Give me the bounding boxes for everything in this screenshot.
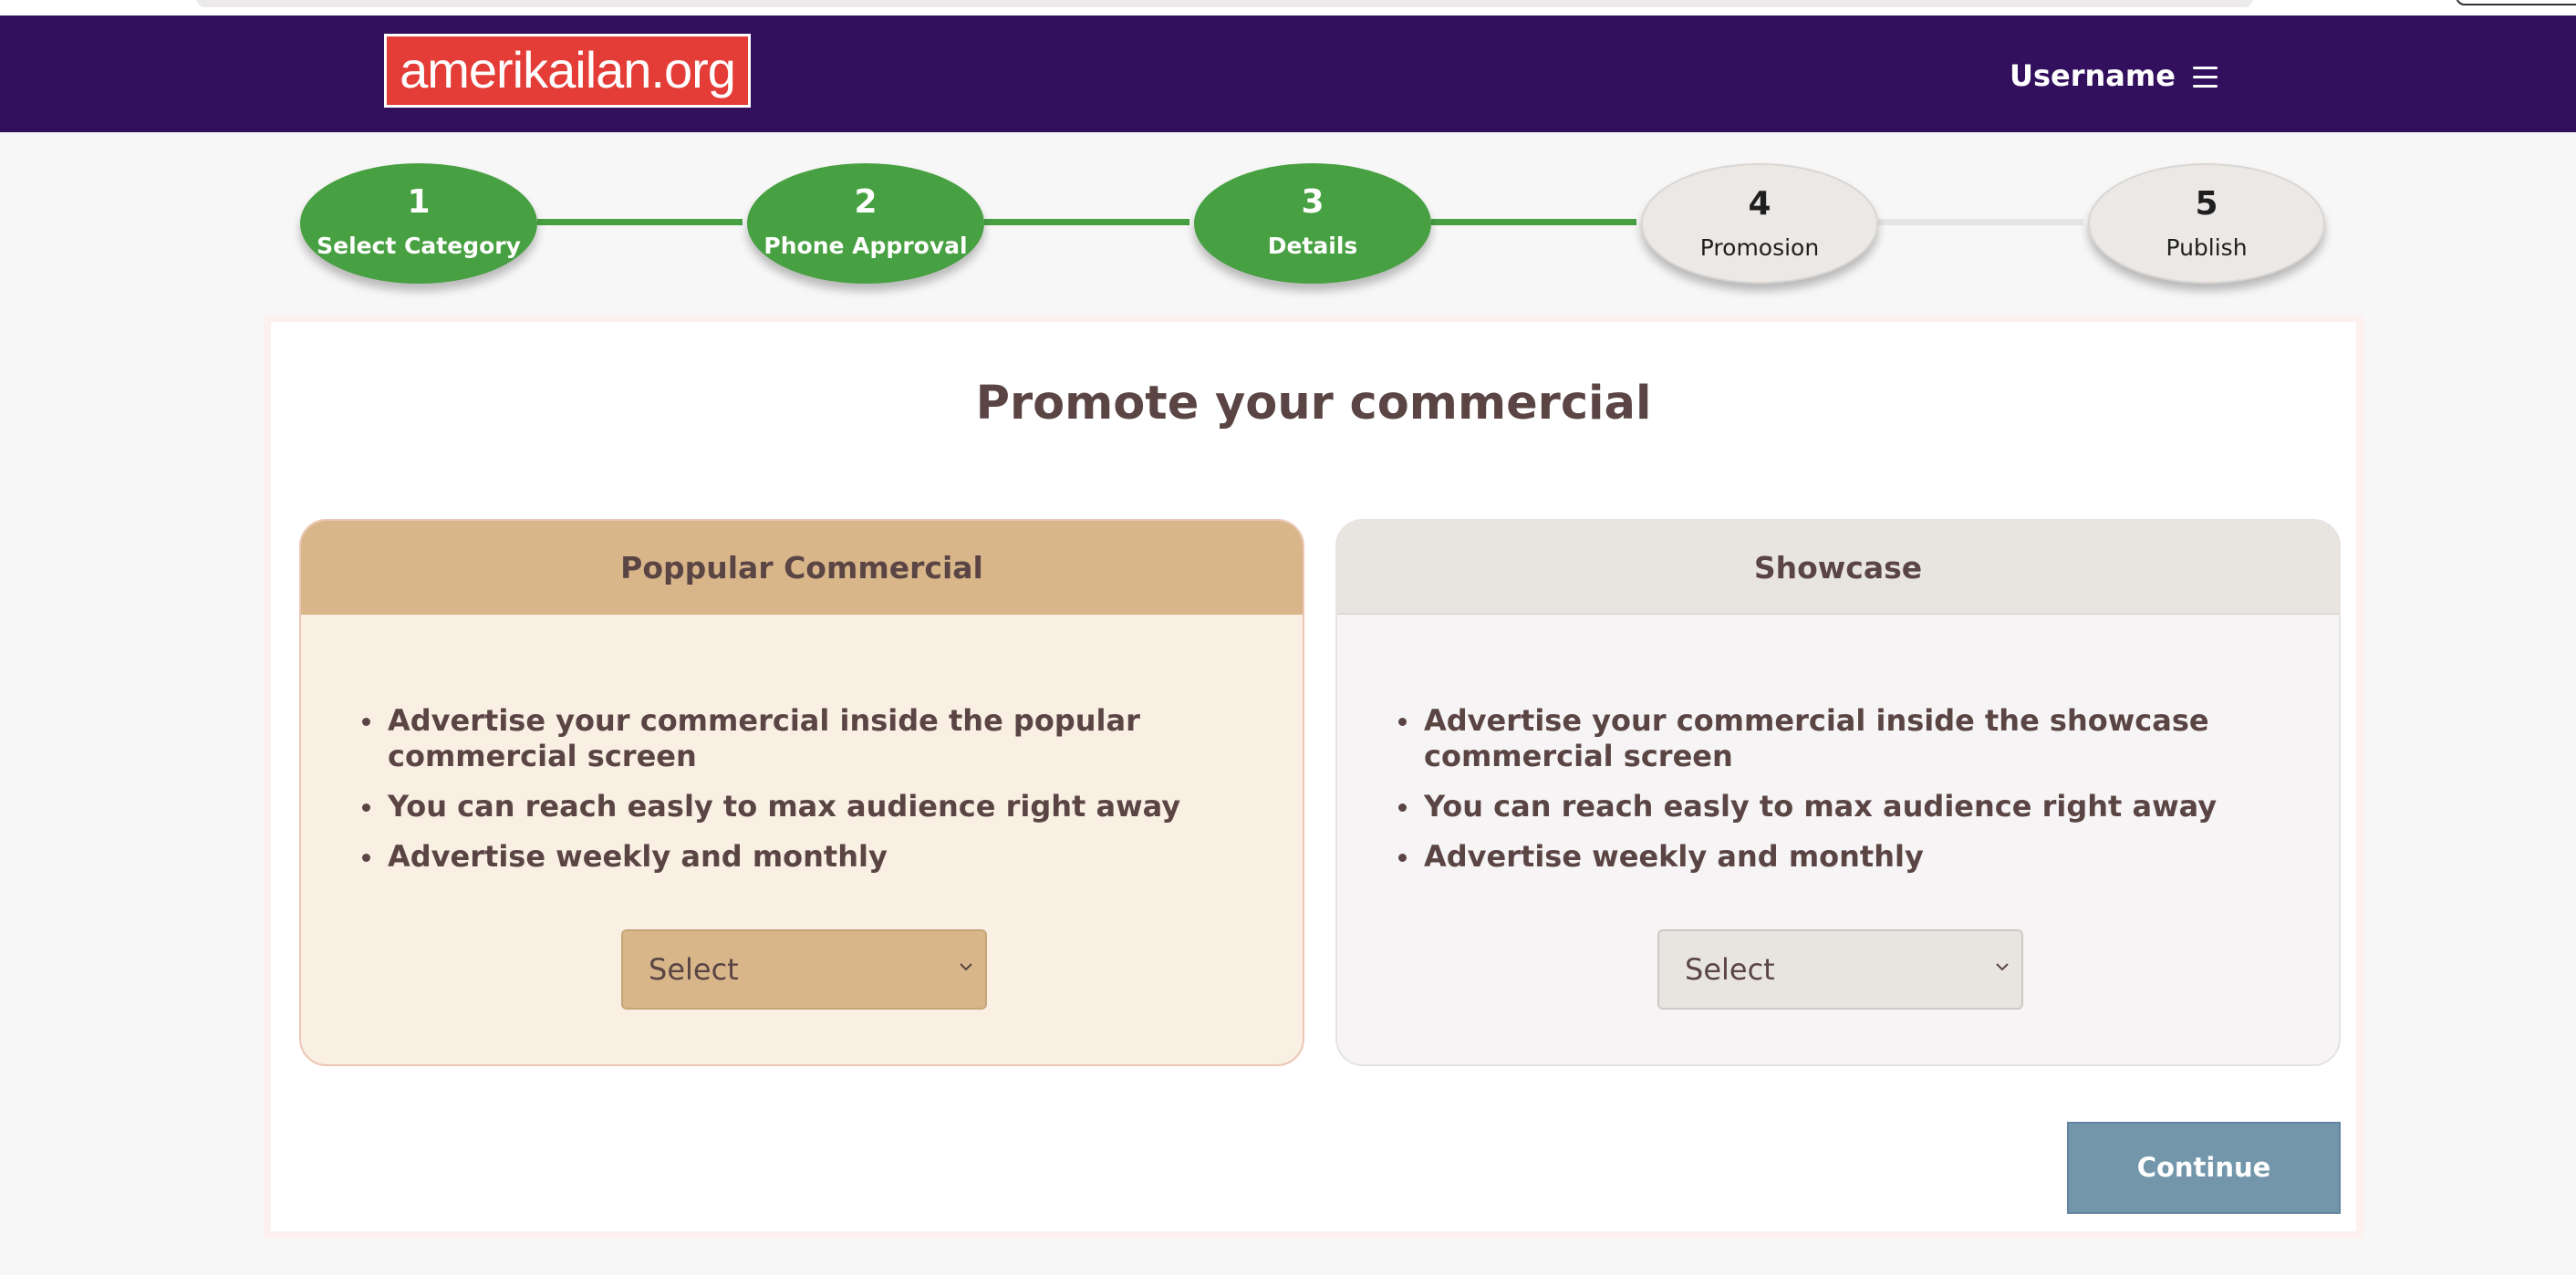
step-number: 5 [2195, 185, 2218, 223]
step-details[interactable]: 3 Details [1194, 163, 1431, 284]
feature-item: Advertise weekly and monthly [1398, 839, 2320, 875]
site-logo[interactable]: amerikailan.org [384, 34, 751, 108]
page-title: Promote your commercial [975, 377, 1652, 430]
feature-item: You can reach easly to max audience righ… [1398, 789, 2320, 824]
showcase-option[interactable]: Showcase Advertise your commercial insid… [1335, 519, 2341, 1066]
browser-chrome-strip [0, 0, 2576, 16]
select-value: Select [649, 952, 739, 987]
step-connector-1-2 [537, 219, 743, 225]
select-value: Select [1685, 952, 1775, 987]
step-promosion[interactable]: 4 Promosion [1641, 163, 1878, 284]
chevron-down-icon [960, 963, 972, 971]
step-number: 3 [1301, 183, 1324, 221]
step-connector-4-5 [1878, 219, 2083, 225]
browser-control[interactable] [2456, 0, 2576, 5]
feature-item: Advertise weekly and monthly [362, 839, 1283, 875]
step-number: 2 [854, 183, 878, 221]
feature-item: Advertise your commercial inside the pop… [362, 703, 1283, 774]
step-select-category[interactable]: 1 Select Category [300, 163, 537, 284]
step-label: Details [1267, 233, 1358, 259]
hamburger-menu-icon[interactable] [2193, 67, 2218, 88]
step-phone-approval[interactable]: 2 Phone Approval [747, 163, 984, 284]
step-connector-2-3 [984, 219, 1189, 225]
step-label: Phone Approval [763, 233, 968, 259]
step-number: 4 [1748, 185, 1771, 223]
address-bar[interactable] [196, 0, 2253, 7]
continue-button[interactable]: Continue [2067, 1122, 2341, 1214]
showcase-duration-select[interactable]: Select [1657, 929, 2023, 1010]
step-number: 1 [407, 183, 431, 221]
step-publish[interactable]: 5 Publish [2088, 163, 2325, 284]
option-header: Showcase [1337, 521, 2339, 615]
top-navigation-bar: amerikailan.org Username [0, 16, 2576, 132]
feature-item: You can reach easly to max audience righ… [362, 789, 1283, 824]
step-connector-3-4 [1431, 219, 1636, 225]
feature-item: Advertise your commercial inside the sho… [1398, 703, 2320, 774]
step-label: Promosion [1699, 234, 1820, 261]
step-label: Publish [2166, 234, 2248, 261]
promotion-card: Promote your commercial Poppular Commerc… [264, 315, 2363, 1239]
feature-list: Advertise your commercial inside the sho… [1398, 703, 2320, 889]
username-label[interactable]: Username [2010, 57, 2176, 94]
option-header: Poppular Commercial [301, 521, 1303, 615]
chevron-down-icon [1996, 963, 2009, 971]
feature-list: Advertise your commercial inside the pop… [362, 703, 1283, 889]
step-label: Select Category [317, 233, 521, 259]
popular-duration-select[interactable]: Select [621, 929, 987, 1010]
popular-commercial-option[interactable]: Poppular Commercial Advertise your comme… [299, 519, 1304, 1066]
